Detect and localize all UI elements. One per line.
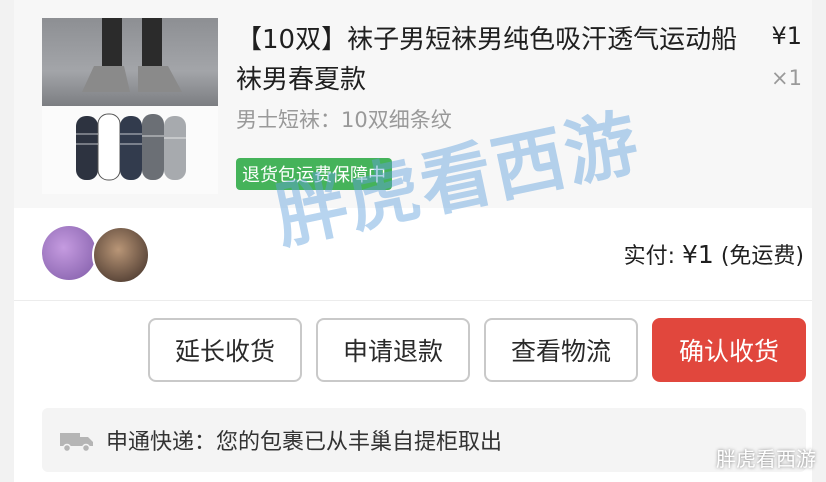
payment-row: 实付: ¥1 (免运费) [14,208,812,301]
confirm-receipt-button[interactable]: 确认收货 [652,318,806,382]
logistics-text: 申通快递：您的包裹已从丰巢自提柜取出 [106,430,503,455]
view-logistics-button[interactable]: 查看物流 [484,318,638,382]
product-title[interactable]: 【10双】袜子男短袜男纯色吸汗透气运动船袜男春夏款 [236,20,756,100]
truck-icon [60,433,93,452]
logistics-status[interactable]: 申通快递：您的包裹已从丰巢自提柜取出 [42,408,806,472]
product-item[interactable]: 【10双】袜子男短袜男纯色吸汗透气运动船袜男春夏款 ¥1 ×1 男士短袜：10双… [14,0,812,208]
product-image-worn [42,18,218,106]
product-image[interactable] [42,18,218,194]
shipping-note: (免运费) [713,244,804,269]
corner-watermark: 胖虎看西游 [716,447,816,471]
return-shipping-badge: 退货包运费保障中 [236,158,392,190]
extend-receipt-button[interactable]: 延长收货 [148,318,302,382]
product-sku: 男士短袜：10双细条纹 [236,108,452,132]
product-quantity: ×1 [771,66,802,90]
paid-total: 实付: ¥1 (免运费) [624,238,804,270]
product-price: ¥1 [771,22,802,50]
paid-amount: ¥1 [682,240,714,269]
avatar [42,226,96,280]
order-card: 【10双】袜子男短袜男纯色吸汗透气运动船袜男春夏款 ¥1 ×1 男士短袜：10双… [14,0,812,482]
avatar [92,226,150,284]
product-image-flatlay [42,106,218,194]
paid-label: 实付: [623,244,683,269]
request-refund-button[interactable]: 申请退款 [316,318,470,382]
